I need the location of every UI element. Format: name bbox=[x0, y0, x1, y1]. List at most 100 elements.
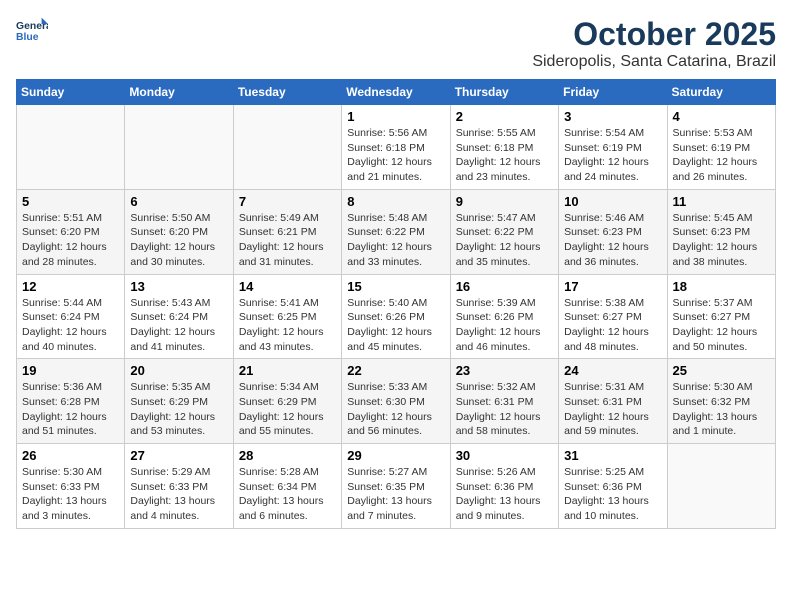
day-number: 14 bbox=[239, 279, 336, 294]
calendar-cell: 3 Sunrise: 5:54 AM Sunset: 6:19 PM Daylig… bbox=[559, 105, 667, 190]
day-info: Sunrise: 5:44 AM Sunset: 6:24 PM Dayligh… bbox=[22, 296, 119, 355]
day-info: Sunrise: 5:28 AM Sunset: 6:34 PM Dayligh… bbox=[239, 465, 336, 524]
day-header-wednesday: Wednesday bbox=[342, 80, 450, 105]
day-info: Sunrise: 5:39 AM Sunset: 6:26 PM Dayligh… bbox=[456, 296, 553, 355]
day-number: 26 bbox=[22, 448, 119, 463]
day-info: Sunrise: 5:47 AM Sunset: 6:22 PM Dayligh… bbox=[456, 211, 553, 270]
day-info: Sunrise: 5:37 AM Sunset: 6:27 PM Dayligh… bbox=[673, 296, 770, 355]
calendar-cell: 29 Sunrise: 5:27 AM Sunset: 6:35 PM Dayli… bbox=[342, 444, 450, 529]
calendar-cell: 6 Sunrise: 5:50 AM Sunset: 6:20 PM Daylig… bbox=[125, 189, 233, 274]
calendar-cell: 20 Sunrise: 5:35 AM Sunset: 6:29 PM Dayli… bbox=[125, 359, 233, 444]
day-info: Sunrise: 5:56 AM Sunset: 6:18 PM Dayligh… bbox=[347, 126, 444, 185]
day-number: 24 bbox=[564, 363, 661, 378]
day-number: 4 bbox=[673, 109, 770, 124]
calendar-cell: 30 Sunrise: 5:26 AM Sunset: 6:36 PM Dayli… bbox=[450, 444, 558, 529]
calendar-table: SundayMondayTuesdayWednesdayThursdayFrid… bbox=[16, 79, 776, 529]
day-info: Sunrise: 5:26 AM Sunset: 6:36 PM Dayligh… bbox=[456, 465, 553, 524]
day-info: Sunrise: 5:48 AM Sunset: 6:22 PM Dayligh… bbox=[347, 211, 444, 270]
day-number: 18 bbox=[673, 279, 770, 294]
calendar-cell: 2 Sunrise: 5:55 AM Sunset: 6:18 PM Daylig… bbox=[450, 105, 558, 190]
day-header-saturday: Saturday bbox=[667, 80, 775, 105]
day-info: Sunrise: 5:27 AM Sunset: 6:35 PM Dayligh… bbox=[347, 465, 444, 524]
day-info: Sunrise: 5:30 AM Sunset: 6:33 PM Dayligh… bbox=[22, 465, 119, 524]
page-header: General Blue October 2025 Sideropolis, S… bbox=[16, 16, 776, 71]
calendar-cell: 18 Sunrise: 5:37 AM Sunset: 6:27 PM Dayli… bbox=[667, 274, 775, 359]
day-number: 8 bbox=[347, 194, 444, 209]
calendar-cell: 17 Sunrise: 5:38 AM Sunset: 6:27 PM Dayli… bbox=[559, 274, 667, 359]
day-info: Sunrise: 5:36 AM Sunset: 6:28 PM Dayligh… bbox=[22, 380, 119, 439]
day-number: 31 bbox=[564, 448, 661, 463]
calendar-cell: 7Sunrise: 5:49 AM Sunset: 6:21 PM Daylig… bbox=[233, 189, 341, 274]
day-number: 13 bbox=[130, 279, 227, 294]
day-info: Sunrise: 5:33 AM Sunset: 6:30 PM Dayligh… bbox=[347, 380, 444, 439]
day-number: 20 bbox=[130, 363, 227, 378]
day-number: 22 bbox=[347, 363, 444, 378]
day-header-thursday: Thursday bbox=[450, 80, 558, 105]
calendar-cell: 16 Sunrise: 5:39 AM Sunset: 6:26 PM Dayli… bbox=[450, 274, 558, 359]
day-header-monday: Monday bbox=[125, 80, 233, 105]
calendar-cell: 28 Sunrise: 5:28 AM Sunset: 6:34 PM Dayli… bbox=[233, 444, 341, 529]
calendar-cell: 11Sunrise: 5:45 AM Sunset: 6:23 PM Dayli… bbox=[667, 189, 775, 274]
day-info: Sunrise: 5:35 AM Sunset: 6:29 PM Dayligh… bbox=[130, 380, 227, 439]
calendar-cell bbox=[233, 105, 341, 190]
calendar-title: October 2025 bbox=[532, 16, 776, 53]
title-block: October 2025 Sideropolis, Santa Catarina… bbox=[532, 16, 776, 71]
logo-icon: General Blue bbox=[16, 16, 48, 44]
day-info: Sunrise: 5:32 AM Sunset: 6:31 PM Dayligh… bbox=[456, 380, 553, 439]
calendar-cell: 1 Sunrise: 5:56 AM Sunset: 6:18 PM Daylig… bbox=[342, 105, 450, 190]
day-number: 10 bbox=[564, 194, 661, 209]
calendar-subtitle: Sideropolis, Santa Catarina, Brazil bbox=[532, 53, 776, 71]
day-number: 16 bbox=[456, 279, 553, 294]
calendar-cell: 25Sunrise: 5:30 AM Sunset: 6:32 PM Dayli… bbox=[667, 359, 775, 444]
day-number: 3 bbox=[564, 109, 661, 124]
week-row-1: 1 Sunrise: 5:56 AM Sunset: 6:18 PM Daylig… bbox=[17, 105, 776, 190]
day-info: Sunrise: 5:51 AM Sunset: 6:20 PM Dayligh… bbox=[22, 211, 119, 270]
day-header-tuesday: Tuesday bbox=[233, 80, 341, 105]
day-info: Sunrise: 5:45 AM Sunset: 6:23 PM Dayligh… bbox=[673, 211, 770, 270]
day-number: 9 bbox=[456, 194, 553, 209]
calendar-cell: 19Sunrise: 5:36 AM Sunset: 6:28 PM Dayli… bbox=[17, 359, 125, 444]
svg-text:Blue: Blue bbox=[16, 32, 39, 43]
calendar-cell: 5Sunrise: 5:51 AM Sunset: 6:20 PM Daylig… bbox=[17, 189, 125, 274]
day-number: 30 bbox=[456, 448, 553, 463]
week-row-2: 5Sunrise: 5:51 AM Sunset: 6:20 PM Daylig… bbox=[17, 189, 776, 274]
calendar-cell: 13 Sunrise: 5:43 AM Sunset: 6:24 PM Dayli… bbox=[125, 274, 233, 359]
day-number: 12 bbox=[22, 279, 119, 294]
day-number: 2 bbox=[456, 109, 553, 124]
day-info: Sunrise: 5:43 AM Sunset: 6:24 PM Dayligh… bbox=[130, 296, 227, 355]
calendar-cell: 15Sunrise: 5:40 AM Sunset: 6:26 PM Dayli… bbox=[342, 274, 450, 359]
calendar-cell: 8 Sunrise: 5:48 AM Sunset: 6:22 PM Daylig… bbox=[342, 189, 450, 274]
day-info: Sunrise: 5:53 AM Sunset: 6:19 PM Dayligh… bbox=[673, 126, 770, 185]
day-number: 23 bbox=[456, 363, 553, 378]
day-header-friday: Friday bbox=[559, 80, 667, 105]
day-number: 7 bbox=[239, 194, 336, 209]
calendar-cell: 22 Sunrise: 5:33 AM Sunset: 6:30 PM Dayli… bbox=[342, 359, 450, 444]
calendar-cell: 27Sunrise: 5:29 AM Sunset: 6:33 PM Dayli… bbox=[125, 444, 233, 529]
day-number: 21 bbox=[239, 363, 336, 378]
day-info: Sunrise: 5:40 AM Sunset: 6:26 PM Dayligh… bbox=[347, 296, 444, 355]
calendar-cell: 23 Sunrise: 5:32 AM Sunset: 6:31 PM Dayli… bbox=[450, 359, 558, 444]
calendar-cell: 24 Sunrise: 5:31 AM Sunset: 6:31 PM Dayli… bbox=[559, 359, 667, 444]
day-number: 28 bbox=[239, 448, 336, 463]
day-info: Sunrise: 5:50 AM Sunset: 6:20 PM Dayligh… bbox=[130, 211, 227, 270]
day-header-sunday: Sunday bbox=[17, 80, 125, 105]
day-info: Sunrise: 5:55 AM Sunset: 6:18 PM Dayligh… bbox=[456, 126, 553, 185]
day-number: 17 bbox=[564, 279, 661, 294]
day-number: 27 bbox=[130, 448, 227, 463]
day-info: Sunrise: 5:54 AM Sunset: 6:19 PM Dayligh… bbox=[564, 126, 661, 185]
calendar-cell: 26 Sunrise: 5:30 AM Sunset: 6:33 PM Dayli… bbox=[17, 444, 125, 529]
calendar-cell: 14Sunrise: 5:41 AM Sunset: 6:25 PM Dayli… bbox=[233, 274, 341, 359]
calendar-cell: 21Sunrise: 5:34 AM Sunset: 6:29 PM Dayli… bbox=[233, 359, 341, 444]
day-number: 29 bbox=[347, 448, 444, 463]
day-info: Sunrise: 5:38 AM Sunset: 6:27 PM Dayligh… bbox=[564, 296, 661, 355]
day-info: Sunrise: 5:25 AM Sunset: 6:36 PM Dayligh… bbox=[564, 465, 661, 524]
calendar-cell bbox=[667, 444, 775, 529]
day-number: 6 bbox=[130, 194, 227, 209]
day-info: Sunrise: 5:31 AM Sunset: 6:31 PM Dayligh… bbox=[564, 380, 661, 439]
calendar-cell bbox=[17, 105, 125, 190]
calendar-cell: 10 Sunrise: 5:46 AM Sunset: 6:23 PM Dayli… bbox=[559, 189, 667, 274]
week-row-4: 19Sunrise: 5:36 AM Sunset: 6:28 PM Dayli… bbox=[17, 359, 776, 444]
day-number: 1 bbox=[347, 109, 444, 124]
day-info: Sunrise: 5:46 AM Sunset: 6:23 PM Dayligh… bbox=[564, 211, 661, 270]
week-row-5: 26 Sunrise: 5:30 AM Sunset: 6:33 PM Dayli… bbox=[17, 444, 776, 529]
